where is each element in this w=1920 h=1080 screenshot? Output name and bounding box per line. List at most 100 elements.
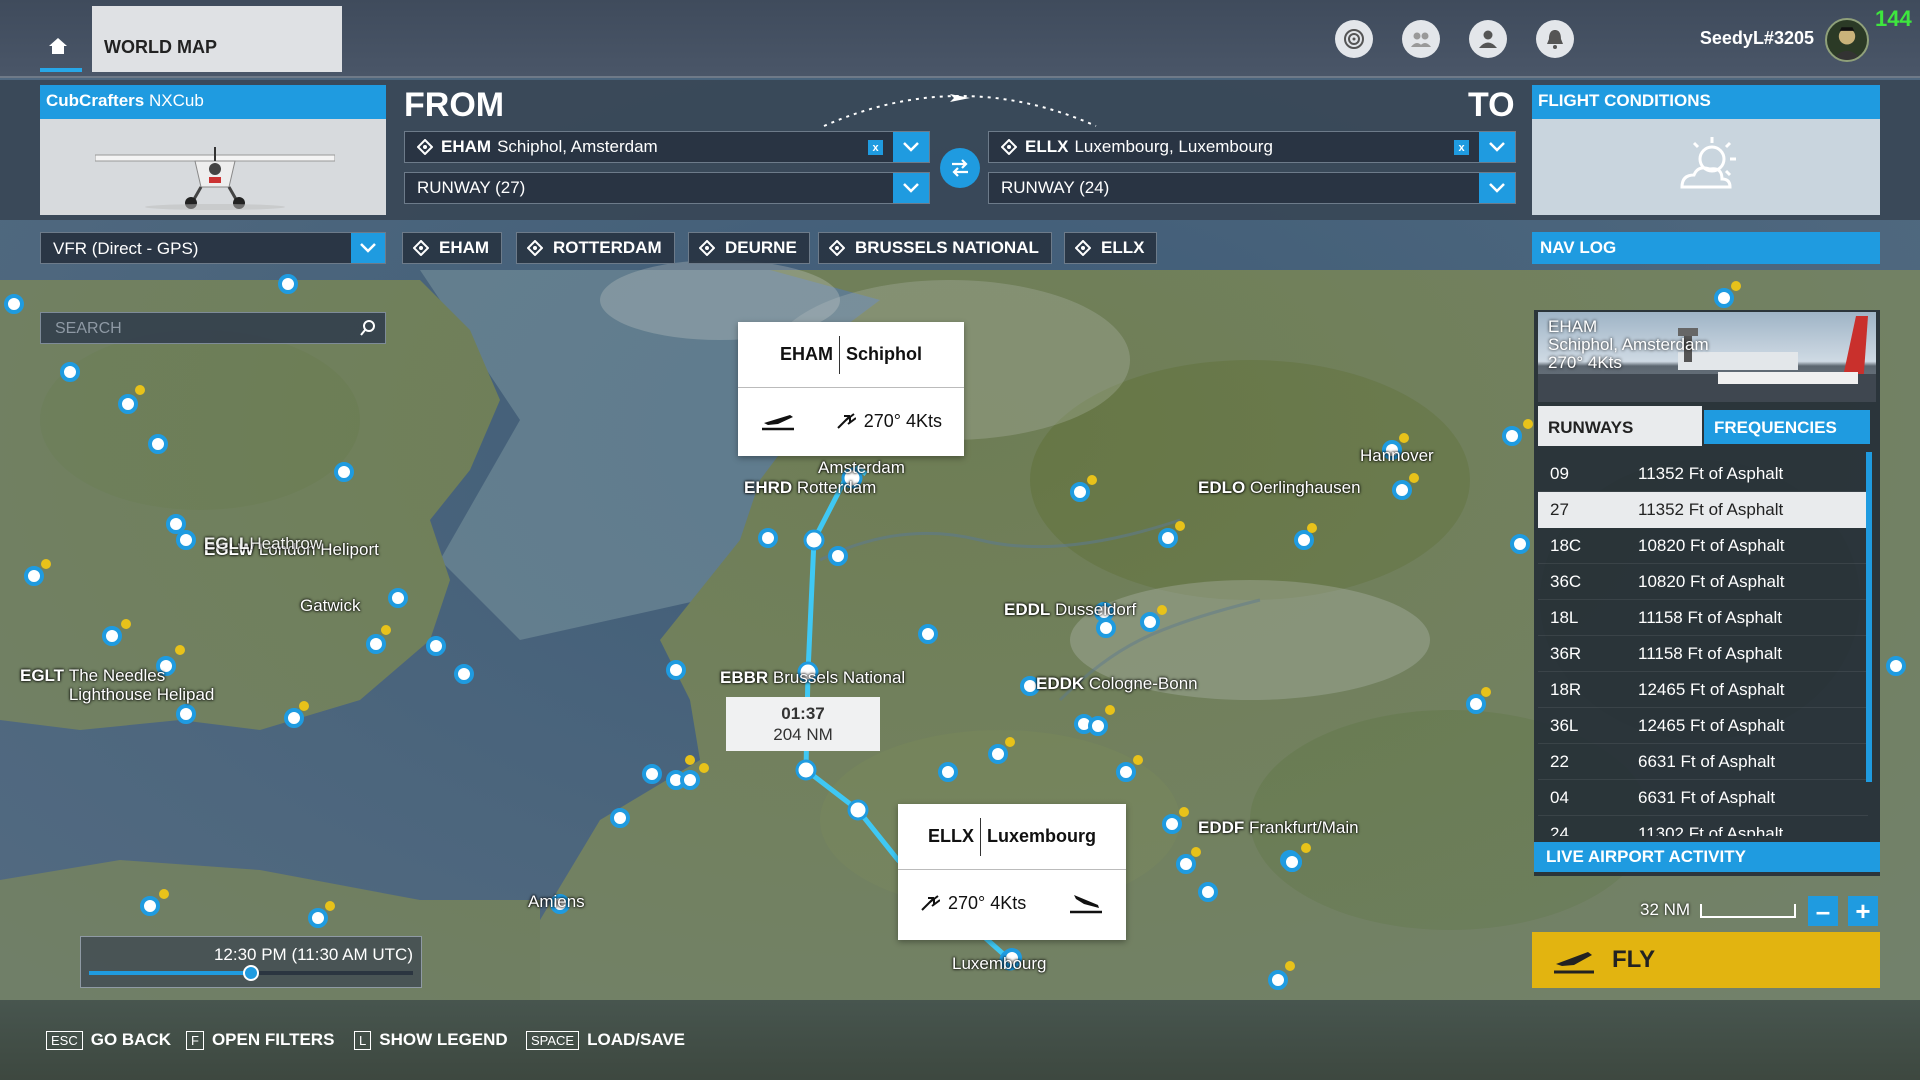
aircraft-selection[interactable]: CubCrafters NXCub	[40, 85, 386, 215]
hint-load-save[interactable]: SPACE LOAD/SAVE	[526, 1030, 685, 1050]
swap-route-button[interactable]	[940, 148, 980, 188]
time-track-fill	[89, 971, 251, 975]
departure-field[interactable]: EHAM Schiphol, Amsterdam x	[404, 131, 930, 163]
map-scale-label: 32 NM	[1640, 900, 1691, 919]
map-label-ebbr[interactable]: EBBR Brussels National	[720, 668, 905, 688]
fly-button[interactable]: FLY	[1532, 932, 1880, 988]
hint-show-legend[interactable]: L SHOW LEGEND	[354, 1030, 508, 1050]
map-label-eddk[interactable]: EDDK Cologne-Bonn	[1036, 674, 1198, 694]
takeoff-icon	[762, 415, 794, 431]
runway-row[interactable]: 18C 10820 Ft of Asphalt	[1538, 528, 1868, 564]
home-button[interactable]	[40, 28, 76, 64]
clear-arrival-button[interactable]: x	[1454, 140, 1469, 155]
runway-list-scrollbar[interactable]	[1866, 452, 1872, 782]
map-label-egll[interactable]: EGLLHeathrow	[204, 534, 322, 554]
chevron-down-icon	[1489, 142, 1505, 152]
map-label-eddl[interactable]: EDDL Dusseldorf	[1004, 600, 1136, 620]
hint-open-filters[interactable]: F OPEN FILTERS	[186, 1030, 334, 1050]
waypoint-icon	[417, 139, 433, 155]
waypoint-chip-ellx[interactable]: ELLX	[1064, 232, 1158, 264]
arrival-runway-select[interactable]: RUNWAY (24)	[988, 172, 1516, 204]
wind-icon	[837, 413, 856, 429]
departure-popup[interactable]: EHAM Schiphol 270° 4Kts	[738, 322, 964, 456]
home-active-indicator	[40, 68, 82, 72]
arrival-popup-header: ELLX Luxembourg	[898, 804, 1126, 870]
waypoint-icon	[829, 240, 845, 256]
friends-button[interactable]	[1402, 20, 1440, 58]
nav-log-button[interactable]: NAV LOG	[1532, 232, 1880, 264]
waypoint-chip-brussels-national[interactable]: BRUSSELS NATIONAL	[818, 232, 1052, 264]
flight-type-select[interactable]: VFR (Direct - GPS)	[40, 232, 386, 264]
waypoint-icon	[699, 240, 715, 256]
runway-list: 09 11352 Ft of Asphalt 27 11352 Ft of Asph…	[1538, 456, 1868, 836]
live-airport-activity-button[interactable]: LIVE AIRPORT ACTIVITY	[1534, 842, 1880, 872]
home-icon	[49, 38, 67, 54]
map-label-eddf[interactable]: EDDF Frankfurt/Main	[1198, 818, 1359, 838]
time-slider-handle[interactable]	[243, 965, 259, 981]
runway-row[interactable]: 18R 12465 Ft of Asphalt	[1538, 672, 1868, 708]
zoom-in-button[interactable]: +	[1848, 896, 1878, 926]
map-label-gatwick[interactable]: Gatwick	[300, 596, 360, 616]
flight-conditions-panel[interactable]: FLIGHT CONDITIONS	[1532, 85, 1880, 215]
map-label-ehrd[interactable]: EHRD Rotterdam	[744, 478, 876, 498]
chevron-down-icon	[903, 142, 919, 152]
tab-runways[interactable]: RUNWAYS	[1538, 406, 1702, 446]
waypoint-chip-deurne[interactable]: DEURNE	[688, 232, 810, 264]
departure-runway-dropdown-button[interactable]	[893, 173, 929, 203]
aircraft-title: CubCrafters NXCub	[40, 85, 386, 119]
flight-type-dropdown-button[interactable]	[351, 233, 385, 263]
search-icon[interactable]	[359, 319, 377, 337]
aircraft-image	[95, 147, 335, 210]
activity-icon	[1344, 29, 1364, 49]
map-label-eglt[interactable]: EGLT The Needles Lighthouse Helipad	[20, 666, 229, 704]
route-arc-graphic	[823, 94, 1097, 127]
map-label-edlo[interactable]: EDLO Oerlinghausen	[1198, 478, 1361, 498]
runway-row[interactable]: 09 11352 Ft of Asphalt	[1538, 456, 1868, 492]
activity-button[interactable]	[1335, 20, 1373, 58]
clear-departure-button[interactable]: x	[868, 140, 883, 155]
airport-tabs: RUNWAYS FREQUENCIES	[1538, 406, 1876, 448]
profile-icon	[1479, 30, 1497, 48]
swap-icon	[952, 159, 968, 177]
arrival-field[interactable]: ELLX Luxembourg, Luxembourg x	[988, 131, 1516, 163]
runway-row[interactable]: 22 6631 Ft of Asphalt	[1538, 744, 1868, 780]
zoom-out-button[interactable]: –	[1808, 896, 1838, 926]
runway-row[interactable]: 18L 11158 Ft of Asphalt	[1538, 600, 1868, 636]
chevron-down-icon	[1489, 183, 1505, 193]
runway-row[interactable]: 24 11302 Ft of Asphalt	[1538, 816, 1868, 837]
from-label: FROM	[404, 86, 505, 124]
time-of-day-slider[interactable]: 12:30 PM (11:30 AM UTC)	[80, 936, 422, 988]
waypoint-chip-rotterdam[interactable]: ROTTERDAM	[516, 232, 675, 264]
to-label: TO	[1468, 86, 1515, 124]
tab-frequencies[interactable]: FREQUENCIES	[1704, 410, 1870, 444]
notifications-button[interactable]	[1536, 20, 1574, 58]
hint-go-back[interactable]: ESC GO BACK	[46, 1030, 171, 1050]
runway-row[interactable]: 36R 11158 Ft of Asphalt	[1538, 636, 1868, 672]
flight-conditions-title: FLIGHT CONDITIONS	[1532, 85, 1880, 119]
map-scale-bar	[1700, 904, 1796, 918]
runway-row[interactable]: 36C 10820 Ft of Asphalt	[1538, 564, 1868, 600]
search-input[interactable]: SEARCH	[40, 312, 386, 344]
departure-runway-select[interactable]: RUNWAY (27)	[404, 172, 930, 204]
waypoint-icon	[527, 240, 543, 256]
partly-cloudy-icon	[1680, 137, 1736, 189]
arrival-popup[interactable]: ELLX Luxembourg 270° 4Kts	[898, 804, 1126, 940]
runway-row[interactable]: 36L 12465 Ft of Asphalt	[1538, 708, 1868, 744]
airport-info-panel[interactable]: EHAM Schiphol, Amsterdam 270° 4Kts RUNWA…	[1534, 310, 1880, 876]
tab-world-map[interactable]: WORLD MAP	[92, 6, 342, 72]
waypoint-icon	[413, 240, 429, 256]
departure-popup-header: EHAM Schiphol	[738, 322, 964, 388]
map-label-luxembourg[interactable]: Luxembourg	[952, 954, 1047, 974]
waypoint-chip-eham[interactable]: EHAM	[402, 232, 503, 264]
username[interactable]: SeedyL#3205	[1630, 28, 1814, 49]
runway-row[interactable]: 04 6631 Ft of Asphalt	[1538, 780, 1868, 816]
arrival-dropdown-button[interactable]	[1479, 132, 1515, 162]
avatar[interactable]	[1825, 18, 1869, 62]
departure-dropdown-button[interactable]	[893, 132, 929, 162]
arrival-runway-dropdown-button[interactable]	[1479, 173, 1515, 203]
map-label-amsterdam[interactable]: Amsterdam	[818, 458, 905, 478]
runway-row-selected[interactable]: 27 11352 Ft of Asphalt	[1538, 492, 1868, 528]
map-label-hannover[interactable]: Hannover	[1360, 446, 1434, 466]
profile-button[interactable]	[1469, 20, 1507, 58]
map-label-amiens[interactable]: Amiens	[528, 892, 585, 912]
